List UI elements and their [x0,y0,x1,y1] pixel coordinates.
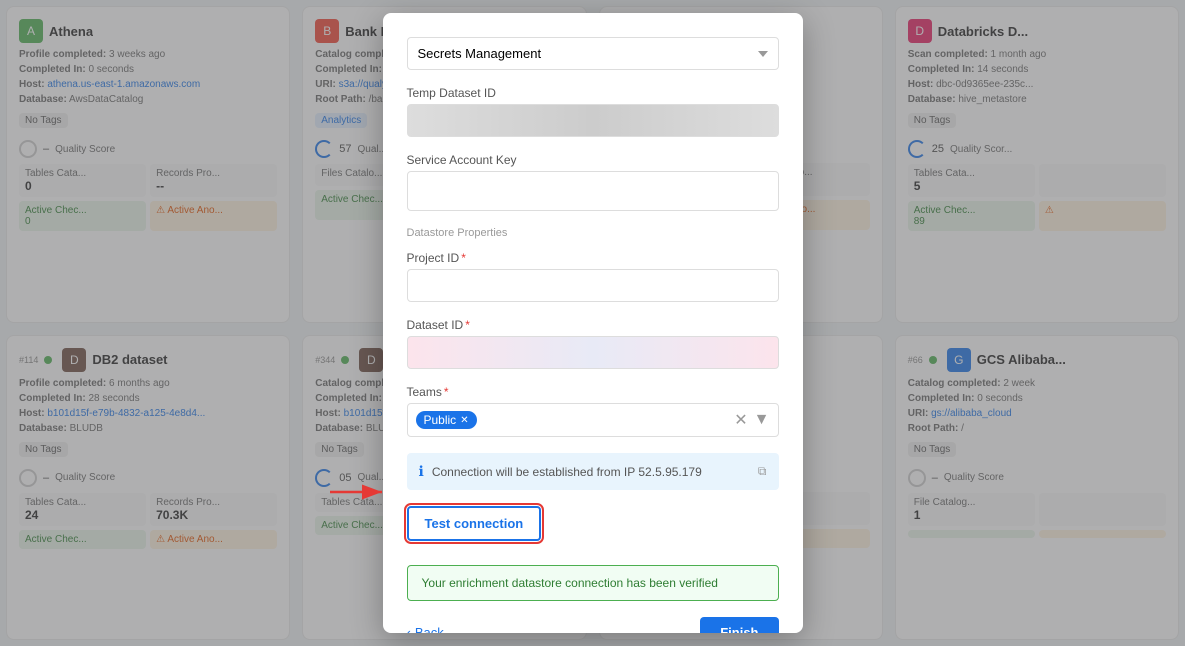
project-id-label: Project ID* [407,251,779,265]
dataset-id-label: Dataset ID* [407,318,779,332]
modal-dialog: Secrets Management Temp Dataset ID Servi… [383,13,803,633]
dataset-id-field: Dataset ID* [407,318,779,369]
back-button[interactable]: ‹ Back [407,625,444,633]
temp-dataset-id-label: Temp Dataset ID [407,86,779,100]
service-account-key-field: Service Account Key [407,153,779,211]
copy-ip-icon[interactable]: ⧉ [758,464,767,479]
dataset-id-input[interactable] [407,336,779,369]
teams-input-container[interactable]: Public ✕ ✕ ▼ [407,403,779,437]
teams-dropdown-icon[interactable]: ▼ [754,411,770,429]
auth-method-field: Secrets Management [407,37,779,70]
info-icon: ℹ [419,463,424,480]
success-message: Your enrichment datastore connection has… [407,565,779,601]
teams-field: Teams* Public ✕ ✕ ▼ [407,385,779,437]
datastore-properties-label: Datastore Properties [407,227,779,239]
arrow-indicator [330,478,390,506]
back-chevron-icon: ‹ [407,625,411,633]
modal-footer: ‹ Back Finish [407,617,779,633]
service-account-key-label: Service Account Key [407,153,779,167]
public-team-tag[interactable]: Public ✕ [416,411,477,429]
temp-dataset-id-field: Temp Dataset ID [407,86,779,137]
ip-info-bar: ℹ Connection will be established from IP… [407,453,779,490]
test-connection-button[interactable]: Test connection [407,506,542,541]
project-id-field: Project ID* [407,251,779,302]
clear-teams-icon[interactable]: ✕ [734,410,747,430]
temp-dataset-id-input[interactable] [407,104,779,137]
auth-method-select[interactable]: Secrets Management [407,37,779,70]
service-account-key-input[interactable] [407,171,779,211]
project-id-input[interactable] [407,269,779,302]
finish-button[interactable]: Finish [700,617,778,633]
modal-overlay: Secrets Management Temp Dataset ID Servi… [0,0,1185,646]
remove-public-tag[interactable]: ✕ [460,415,468,426]
teams-label: Teams* [407,385,779,399]
